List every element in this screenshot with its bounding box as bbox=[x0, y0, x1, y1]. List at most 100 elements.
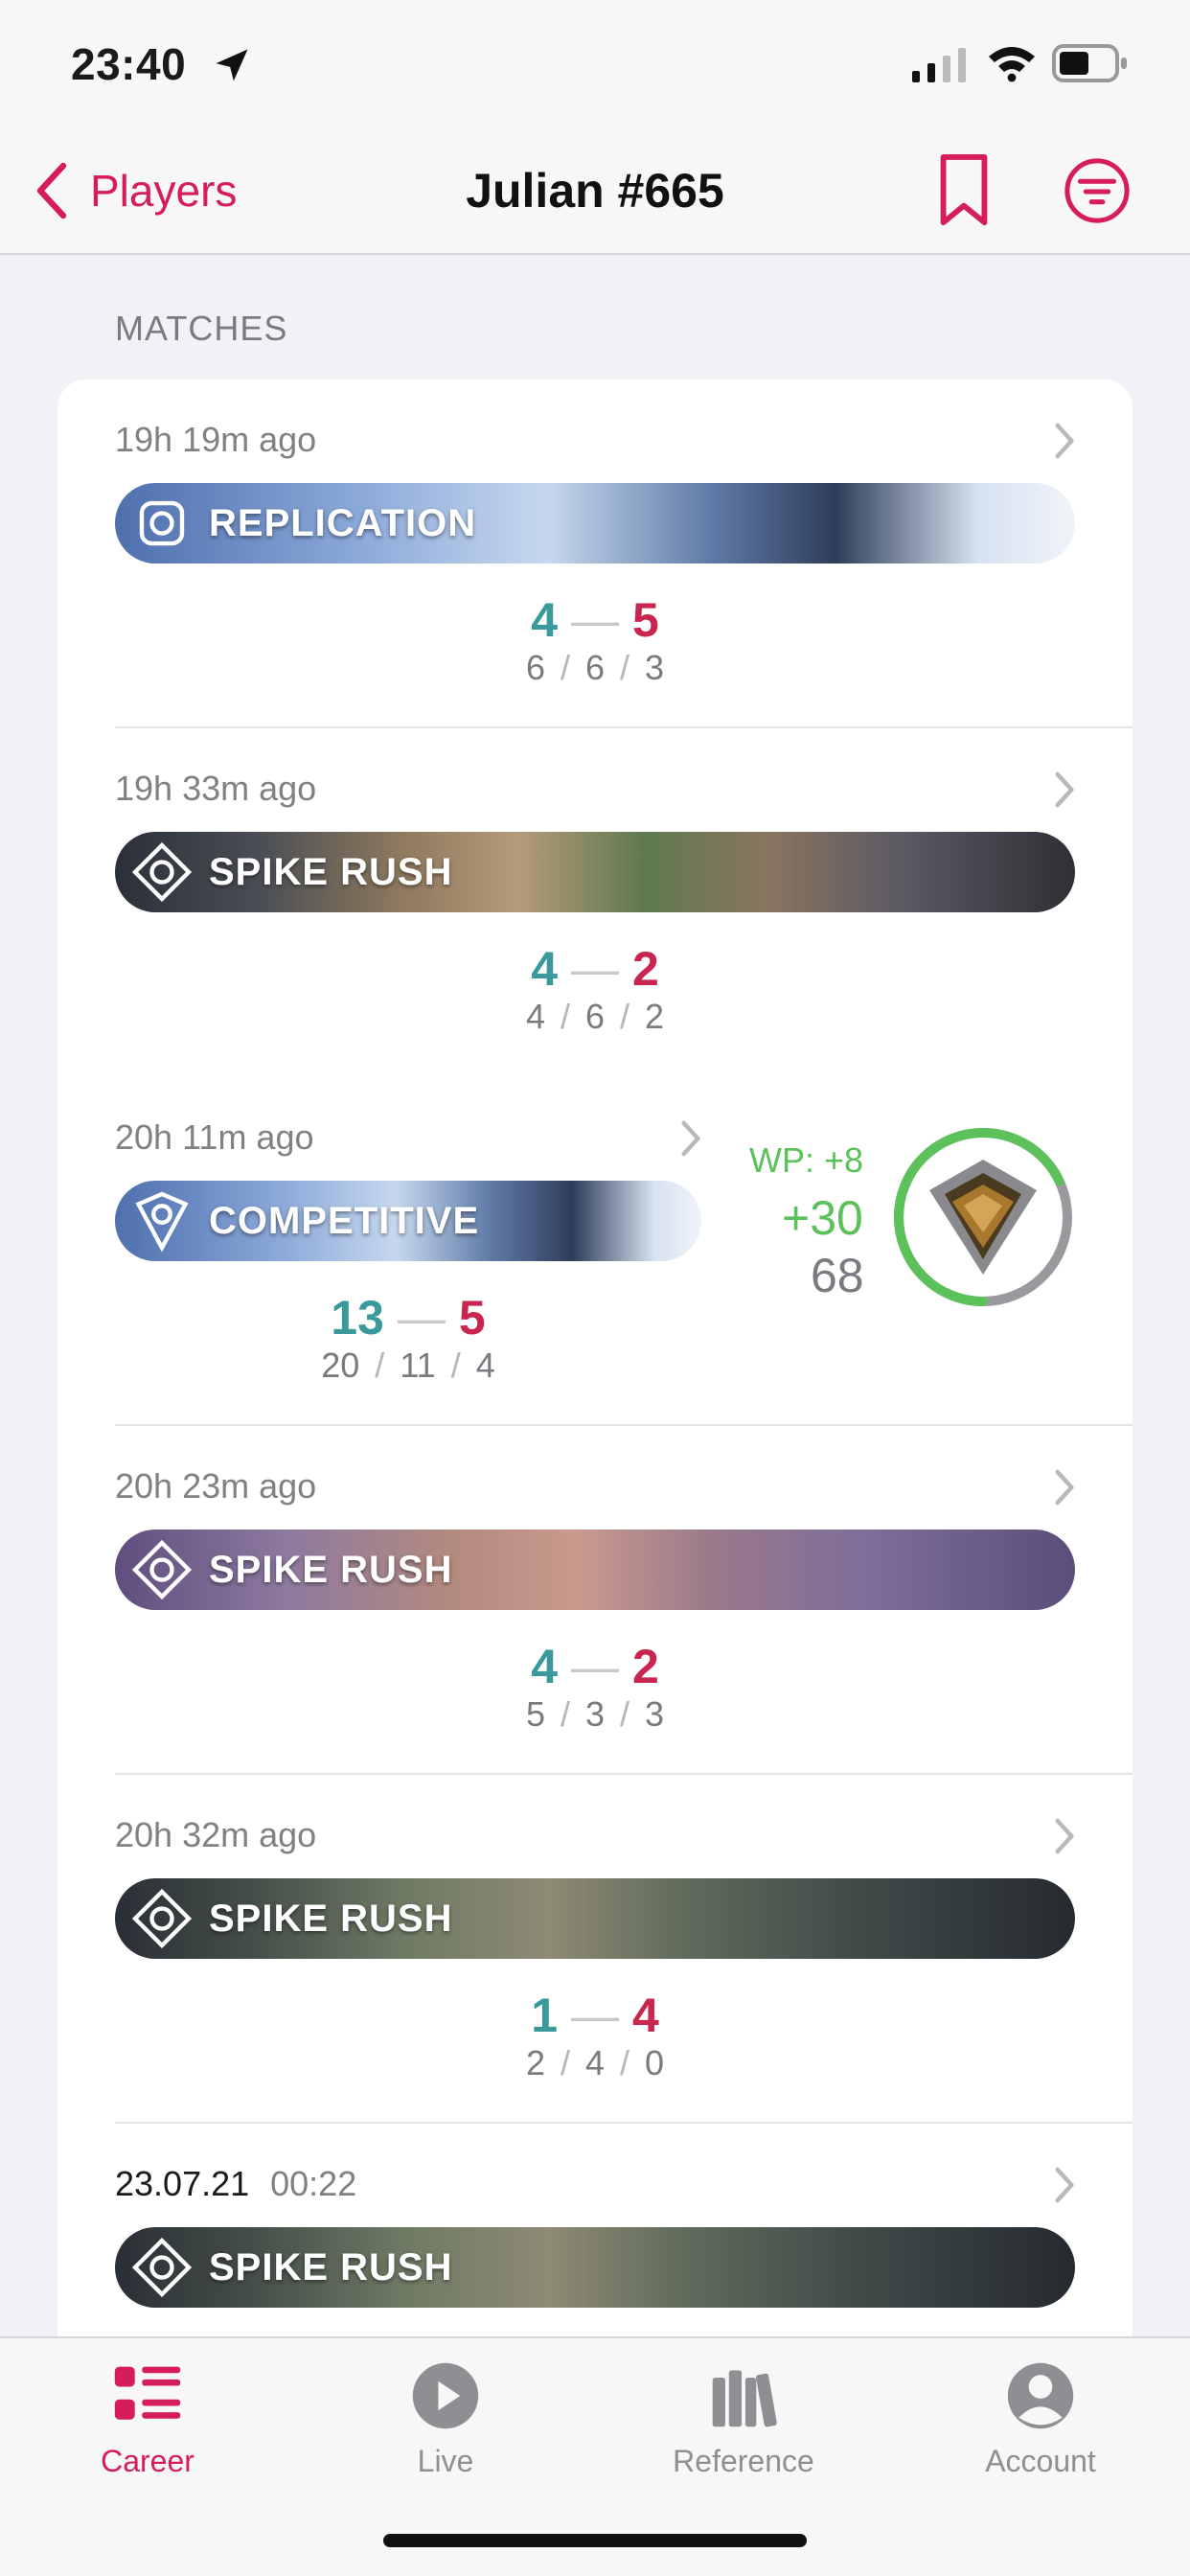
books-icon bbox=[712, 2370, 777, 2427]
match-time: 20h 32m ago bbox=[115, 1815, 317, 1854]
play-icon bbox=[412, 2362, 479, 2429]
kills: 2 bbox=[525, 2043, 545, 2082]
kda: 5/3/3 bbox=[525, 1694, 665, 1734]
tab-label: Career bbox=[101, 2444, 195, 2478]
deaths: 3 bbox=[584, 1694, 606, 1734]
spike-rush-mode-icon bbox=[131, 1888, 193, 1949]
status-time: 23:40 bbox=[71, 39, 187, 89]
tab-account[interactable]: Account bbox=[926, 2359, 1156, 2479]
tab-label: Reference bbox=[673, 2444, 814, 2478]
tab-label: Account bbox=[985, 2444, 1096, 2478]
match-row[interactable]: 23.07.21 00:22 SPIKE RUSH bbox=[57, 2124, 1133, 2373]
rank-rating-gain: +30 bbox=[782, 1191, 863, 1245]
bookmark-icon[interactable] bbox=[935, 153, 993, 228]
tab-reference[interactable]: Reference bbox=[629, 2359, 858, 2479]
home-indicator[interactable] bbox=[383, 2534, 807, 2547]
ally-score: 4 bbox=[531, 593, 558, 647]
rank-emblem-icon bbox=[929, 1160, 1037, 1275]
kills: 5 bbox=[525, 1694, 545, 1734]
matches-card: 19h 19m ago REPLICATION 4—5 6/6/3 19h 33… bbox=[57, 380, 1133, 2373]
chevron-right-icon bbox=[681, 1120, 700, 1157]
assists: 0 bbox=[645, 2043, 665, 2082]
kda: 4/6/2 bbox=[525, 997, 665, 1036]
spike-rush-mode-icon bbox=[131, 2237, 193, 2298]
match-time: 19h 33m ago bbox=[115, 769, 317, 808]
match-time: 20h 23m ago bbox=[115, 1466, 317, 1506]
match-clock: 00:22 bbox=[270, 2164, 357, 2203]
match-score: 13—5 bbox=[331, 1291, 486, 1345]
enemy-score: 4 bbox=[632, 1989, 659, 2042]
mode-label: COMPETITIVE bbox=[209, 1199, 480, 1242]
ally-score: 4 bbox=[531, 942, 558, 996]
deaths: 4 bbox=[584, 2043, 606, 2082]
wifi-icon bbox=[989, 47, 1035, 82]
match-score: 4—2 bbox=[531, 942, 659, 996]
mode-banner: SPIKE RUSH bbox=[115, 2227, 1075, 2308]
assists: 4 bbox=[475, 1346, 495, 1385]
match-row[interactable]: 19h 33m ago SPIKE RUSH 4—2 4/6/2 bbox=[57, 728, 1133, 1077]
enemy-score: 5 bbox=[458, 1291, 486, 1345]
match-row[interactable]: 19h 19m ago REPLICATION 4—5 6/6/3 bbox=[57, 380, 1133, 728]
location-arrow-icon bbox=[216, 49, 248, 81]
tab-career[interactable]: Career bbox=[33, 2359, 263, 2479]
kills: 6 bbox=[525, 648, 545, 687]
status-bar: 23:40 bbox=[0, 0, 1190, 126]
match-time: 19h 19m ago bbox=[115, 420, 317, 459]
mode-label: SPIKE RUSH bbox=[209, 1548, 453, 1591]
match-score: 1—4 bbox=[531, 1989, 659, 2042]
replication-mode-icon bbox=[139, 500, 185, 546]
mode-banner: SPIKE RUSH bbox=[115, 1530, 1075, 1610]
person-icon bbox=[1007, 2362, 1074, 2429]
mode-label: SPIKE RUSH bbox=[209, 2245, 453, 2288]
competitive-mode-icon bbox=[135, 1191, 189, 1253]
mode-banner: SPIKE RUSH bbox=[115, 1878, 1075, 1959]
tab-live[interactable]: Live bbox=[331, 2359, 561, 2479]
match-date: 23.07.21 bbox=[115, 2164, 250, 2203]
chevron-right-icon bbox=[1055, 771, 1074, 808]
mode-label: REPLICATION bbox=[209, 501, 477, 544]
navigation-bar: Players Julian #665 bbox=[0, 126, 1190, 255]
match-row-competitive[interactable]: 20h 11m ago COMPETITIVE 13—5 20/11/4 WP:… bbox=[57, 1077, 1133, 1426]
mode-banner: SPIKE RUSH bbox=[115, 832, 1075, 912]
chevron-right-icon bbox=[1055, 2167, 1074, 2203]
tab-label: Live bbox=[417, 2444, 474, 2478]
deaths: 6 bbox=[584, 648, 606, 687]
spike-rush-mode-icon bbox=[131, 841, 193, 903]
assists: 2 bbox=[645, 997, 665, 1036]
mode-label: SPIKE RUSH bbox=[209, 850, 453, 893]
match-time: 20h 11m ago bbox=[115, 1117, 314, 1157]
ally-score: 1 bbox=[531, 1989, 558, 2042]
match-datetime: 23.07.21 00:22 bbox=[115, 2164, 356, 2204]
match-row[interactable]: 20h 23m ago SPIKE RUSH 4—2 5/3/3 bbox=[57, 1426, 1133, 1775]
enemy-score: 2 bbox=[632, 1640, 659, 1693]
mode-label: SPIKE RUSH bbox=[209, 1897, 453, 1940]
match-score: 4—2 bbox=[531, 1640, 659, 1693]
chevron-right-icon bbox=[1055, 1818, 1074, 1854]
assists: 3 bbox=[645, 648, 665, 687]
assists: 3 bbox=[645, 1694, 665, 1734]
kda: 2/4/0 bbox=[525, 2043, 665, 2082]
spike-rush-mode-icon bbox=[131, 1539, 193, 1600]
section-header-matches: MATCHES bbox=[115, 309, 288, 348]
chevron-right-icon bbox=[1055, 1469, 1074, 1506]
mode-banner: COMPETITIVE bbox=[115, 1181, 701, 1261]
deaths: 11 bbox=[400, 1346, 436, 1385]
battery-icon bbox=[1052, 44, 1127, 82]
kda: 20/11/4 bbox=[321, 1346, 495, 1385]
kda: 6/6/3 bbox=[525, 648, 665, 687]
enemy-score: 5 bbox=[632, 593, 659, 647]
enemy-score: 2 bbox=[632, 942, 659, 996]
mode-banner: REPLICATION bbox=[115, 483, 1075, 564]
ally-score: 13 bbox=[331, 1291, 384, 1345]
win-probability: WP: +8 bbox=[749, 1140, 864, 1180]
rank-rating-total: 68 bbox=[811, 1249, 864, 1302]
career-list-icon bbox=[114, 2366, 181, 2420]
cellular-signal-icon bbox=[912, 48, 966, 82]
kills: 4 bbox=[525, 997, 545, 1036]
match-score: 4—5 bbox=[531, 593, 659, 647]
match-row[interactable]: 20h 32m ago SPIKE RUSH 1—4 2/4/0 bbox=[57, 1775, 1133, 2124]
ally-score: 4 bbox=[531, 1640, 558, 1693]
filter-icon[interactable] bbox=[1064, 157, 1131, 224]
rank-progress-ring bbox=[894, 1128, 1072, 1306]
deaths: 6 bbox=[584, 997, 606, 1036]
